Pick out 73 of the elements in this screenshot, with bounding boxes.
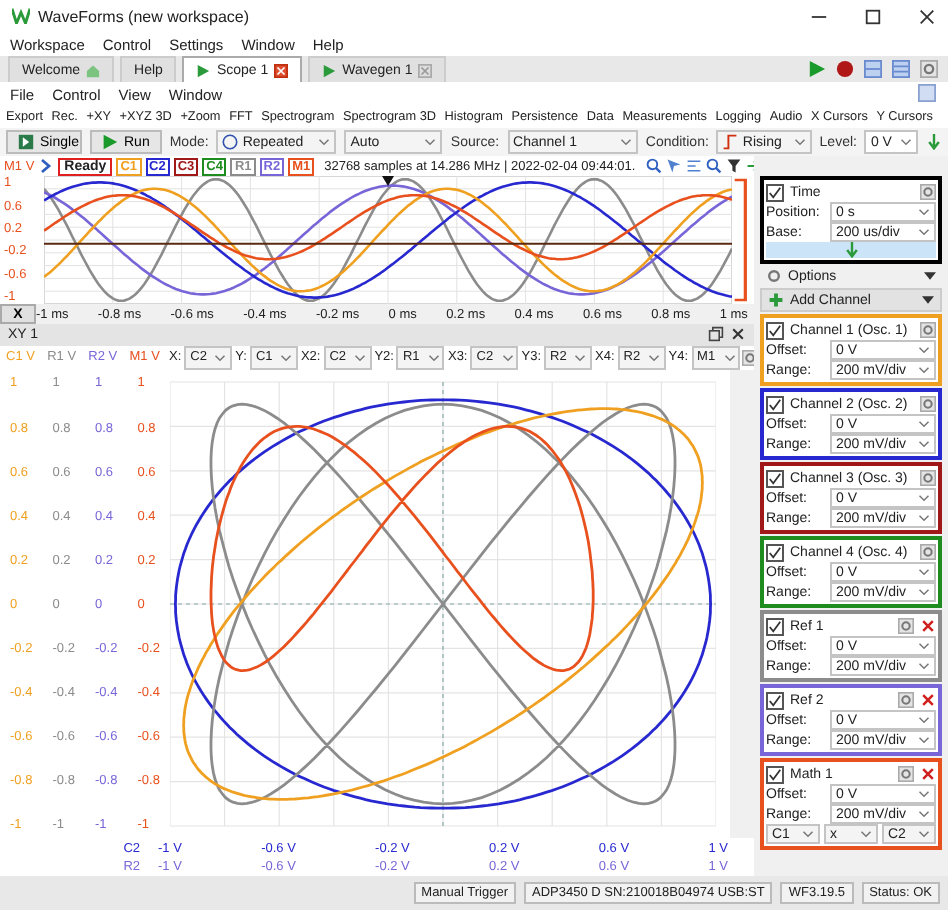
down-arrow-icon <box>843 242 859 258</box>
zoom-icon[interactable] <box>705 158 722 175</box>
scale-bracket-icon <box>732 176 748 305</box>
settings-icon <box>766 268 782 284</box>
single-icon <box>18 134 34 150</box>
mode-icon <box>222 134 239 150</box>
caret-icon <box>574 353 587 362</box>
chevron-icon[interactable] <box>38 158 55 175</box>
caret-icon <box>354 353 367 362</box>
caret-icon <box>922 296 934 304</box>
check-icon <box>768 185 782 199</box>
plus-icon <box>768 292 784 308</box>
checkbox[interactable] <box>766 765 784 783</box>
settings-icon[interactable] <box>920 470 936 486</box>
align-icon[interactable] <box>685 158 702 175</box>
remove-icon[interactable] <box>920 692 936 708</box>
settings-icon[interactable] <box>898 766 914 782</box>
trigger-marker-icon[interactable] <box>382 176 394 187</box>
settings-icon[interactable] <box>920 184 936 200</box>
restore-icon[interactable] <box>708 326 724 343</box>
caret-icon <box>793 138 806 146</box>
panel-icon[interactable] <box>918 83 936 101</box>
caret-icon <box>619 138 632 146</box>
caret-icon <box>427 353 440 362</box>
down-arrow-icon[interactable] <box>925 134 942 150</box>
caret-icon <box>501 353 514 362</box>
settings-icon[interactable] <box>898 692 914 708</box>
caret-icon <box>214 353 227 362</box>
close-icon[interactable] <box>918 7 936 25</box>
home-icon <box>86 63 101 77</box>
zoom-icon[interactable] <box>645 158 662 175</box>
check-icon <box>768 693 782 707</box>
close-icon[interactable] <box>730 326 746 343</box>
settings-icon[interactable] <box>920 396 936 412</box>
remove-icon[interactable] <box>920 766 936 782</box>
settings-icon[interactable] <box>898 618 914 634</box>
app-logo-icon <box>12 8 30 24</box>
caret-icon <box>424 138 437 146</box>
play-icon <box>322 63 337 77</box>
settings-icon[interactable] <box>920 60 938 78</box>
play-icon <box>196 63 211 77</box>
caret-icon <box>802 830 814 838</box>
checkbox[interactable] <box>766 469 784 487</box>
check-icon <box>768 471 782 485</box>
close-icon[interactable] <box>274 63 289 77</box>
checkbox[interactable] <box>766 395 784 413</box>
maximize-icon[interactable] <box>864 7 882 25</box>
settings-icon[interactable] <box>920 322 936 338</box>
caret-icon <box>648 353 661 362</box>
caret-icon <box>723 353 736 362</box>
check-icon <box>768 619 782 633</box>
check-icon <box>768 767 782 781</box>
play-icon <box>102 134 118 150</box>
play-icon[interactable] <box>808 60 826 78</box>
check-icon <box>768 397 782 411</box>
caret-icon <box>924 272 936 280</box>
window-title: WaveForms (new workspace) <box>38 7 250 25</box>
caret-icon <box>899 138 912 146</box>
checkbox[interactable] <box>766 691 784 709</box>
caret-icon <box>280 353 293 362</box>
checkbox[interactable] <box>766 617 784 635</box>
record-icon[interactable] <box>836 60 854 78</box>
checkbox[interactable] <box>766 321 784 339</box>
caret-icon <box>318 138 331 146</box>
checkbox[interactable] <box>766 543 784 561</box>
settings-icon[interactable] <box>920 544 936 560</box>
caret-icon <box>860 830 872 838</box>
checkbox[interactable] <box>766 183 784 201</box>
scrollbar[interactable] <box>730 370 754 839</box>
rising-edge-icon <box>722 134 739 150</box>
check-icon <box>768 545 782 559</box>
check-icon <box>768 323 782 337</box>
remove-icon[interactable] <box>920 618 936 634</box>
